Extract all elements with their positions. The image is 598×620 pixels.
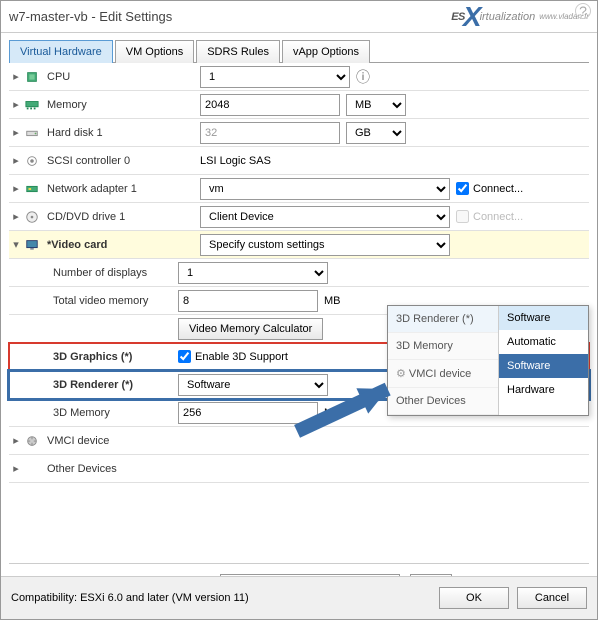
expand-memory[interactable]: ▸ xyxy=(9,98,23,111)
vidmem-input[interactable] xyxy=(178,290,318,312)
displays-label: Number of displays xyxy=(23,267,178,279)
tab-vm-options[interactable]: VM Options xyxy=(115,40,194,63)
cd-connect-check xyxy=(456,210,469,223)
mem3d-label: 3D Memory xyxy=(23,407,178,419)
popup-3dmem: 3D Memory xyxy=(388,333,498,360)
compatibility-text: Compatibility: ESXi 6.0 and later (VM ve… xyxy=(11,592,249,604)
expand-video[interactable]: ▾ xyxy=(9,238,23,251)
memory-label: Memory xyxy=(45,99,200,111)
hdd-label: Hard disk 1 xyxy=(45,127,200,139)
memory-unit[interactable]: MB xyxy=(346,94,406,116)
memory-input[interactable] xyxy=(200,94,340,116)
mem3d-input[interactable] xyxy=(178,402,318,424)
net-select[interactable]: vm xyxy=(200,178,450,200)
video-select[interactable]: Specify custom settings xyxy=(200,234,450,256)
network-icon xyxy=(23,181,41,197)
vmci-icon xyxy=(23,433,41,449)
vidmem-label: Total video memory xyxy=(23,295,178,307)
tab-bar: Virtual Hardware VM Options SDRS Rules v… xyxy=(9,39,589,63)
video-label: *Video card xyxy=(45,239,200,251)
cd-select[interactable]: Client Device xyxy=(200,206,450,228)
renderer-popup: 3D Renderer (*) 3D Memory ⚙ VMCI device … xyxy=(387,305,589,416)
opt-automatic[interactable]: Automatic xyxy=(499,330,588,354)
scsi-label: SCSI controller 0 xyxy=(45,155,200,167)
other-label: Other Devices xyxy=(45,463,200,475)
cancel-button[interactable]: Cancel xyxy=(517,587,587,609)
expand-hdd[interactable]: ▸ xyxy=(9,126,23,139)
hdd-unit[interactable]: GB xyxy=(346,122,406,144)
window-title: w7-master-vb - Edit Settings xyxy=(9,9,172,24)
renderer-select[interactable]: Software xyxy=(178,374,328,396)
expand-cd[interactable]: ▸ xyxy=(9,210,23,223)
video-icon xyxy=(23,237,41,253)
cpu-select[interactable]: 1 xyxy=(200,66,350,88)
help-icon[interactable]: ? xyxy=(575,3,591,19)
expand-vmci[interactable]: ▸ xyxy=(9,434,23,447)
expand-net[interactable]: ▸ xyxy=(9,182,23,195)
hdd-input xyxy=(200,122,340,144)
enable-3d-check[interactable] xyxy=(178,350,191,363)
opt-software-top[interactable]: Software xyxy=(499,306,588,330)
popup-other: Other Devices xyxy=(388,388,498,415)
popup-renderer: 3D Renderer (*) xyxy=(388,306,498,333)
hdd-icon xyxy=(23,125,41,141)
opt-hardware[interactable]: Hardware xyxy=(499,378,588,402)
scsi-icon xyxy=(23,153,41,169)
opt-software[interactable]: Software xyxy=(499,354,588,378)
displays-select[interactable]: 1 xyxy=(178,262,328,284)
renderer-label: 3D Renderer (*) xyxy=(23,379,178,391)
memory-icon xyxy=(23,97,41,113)
expand-cpu[interactable]: ▸ xyxy=(9,70,23,83)
scsi-value: LSI Logic SAS xyxy=(200,155,589,167)
expand-other[interactable]: ▸ xyxy=(9,462,23,475)
enable-3d-label: Enable 3D Support xyxy=(195,351,288,363)
logo: ESXirtualization www.vladan.fr xyxy=(451,5,589,29)
popup-vmci: ⚙ VMCI device xyxy=(388,360,498,388)
tab-sdrs-rules[interactable]: SDRS Rules xyxy=(196,40,280,63)
cpu-icon xyxy=(23,69,41,85)
video-memory-calculator-button[interactable]: Video Memory Calculator xyxy=(178,318,323,340)
net-connect-label: Connect... xyxy=(473,183,523,195)
expand-scsi[interactable]: ▸ xyxy=(9,154,23,167)
info-icon[interactable]: ⓘ xyxy=(356,67,370,87)
cd-icon xyxy=(23,209,41,225)
cd-label: CD/DVD drive 1 xyxy=(45,211,200,223)
tab-virtual-hardware[interactable]: Virtual Hardware xyxy=(9,40,113,63)
net-connect-check[interactable] xyxy=(456,182,469,195)
vmci-label: VMCI device xyxy=(45,435,200,447)
cpu-label: CPU xyxy=(45,71,200,83)
gfx3d-label: 3D Graphics (*) xyxy=(23,351,178,363)
tab-vapp-options[interactable]: vApp Options xyxy=(282,40,370,63)
cd-connect-label: Connect... xyxy=(473,211,523,223)
net-label: Network adapter 1 xyxy=(45,183,200,195)
vidmem-unit: MB xyxy=(324,295,341,307)
ok-button[interactable]: OK xyxy=(439,587,509,609)
